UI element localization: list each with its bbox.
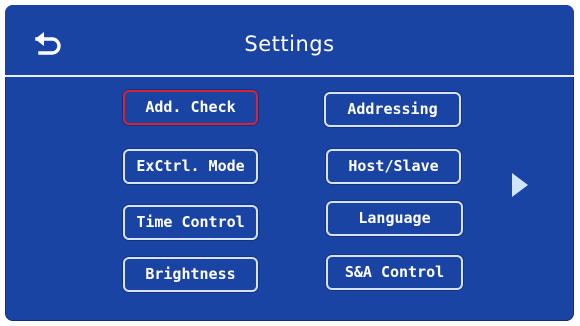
add-check-button[interactable]: Add. Check	[123, 90, 258, 125]
brightness-button[interactable]: Brightness	[123, 257, 258, 292]
header-bar: Settings	[5, 5, 574, 75]
sa-control-button[interactable]: S&A Control	[326, 255, 463, 290]
language-button[interactable]: Language	[326, 201, 463, 236]
page-title: Settings	[244, 32, 335, 56]
exctrl-mode-button[interactable]: ExCtrl. Mode	[123, 149, 258, 184]
host-slave-button[interactable]: Host/Slave	[326, 149, 461, 184]
header-divider	[5, 75, 574, 77]
screen-frame: Settings Add. Check Addressing ExCtrl. M…	[0, 0, 580, 326]
addressing-button[interactable]: Addressing	[324, 92, 461, 127]
right-triangle-icon[interactable]	[510, 171, 530, 199]
time-control-button[interactable]: Time Control	[123, 205, 258, 240]
settings-panel: Settings Add. Check Addressing ExCtrl. M…	[5, 5, 574, 321]
